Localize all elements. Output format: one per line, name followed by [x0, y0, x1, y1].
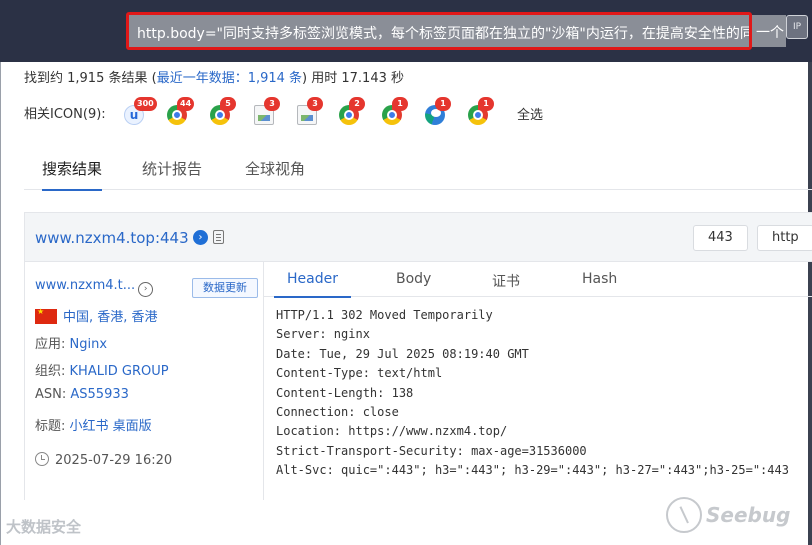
result-tabs: 搜索结果 统计报告 全球视角: [24, 156, 812, 191]
related-icon-chrome[interactable]: 44: [167, 97, 195, 125]
icon-count-badge: 44: [177, 97, 195, 111]
seebug-logo-icon: [666, 497, 702, 533]
related-icon-broken[interactable]: 3: [297, 97, 323, 125]
tab-header[interactable]: Header: [274, 271, 351, 298]
org-value[interactable]: KHALID GROUP: [70, 364, 169, 379]
stats-prefix: 找到约 1,915 条结果 (: [24, 71, 157, 86]
title-label: 标题:: [35, 419, 70, 434]
related-icon-chrome[interactable]: 5: [210, 97, 236, 125]
app-row: 应用: Nginx: [35, 333, 107, 352]
header-line: Date: Tue, 29 Jul 2025 08:19:40 GMT: [276, 346, 529, 361]
time-value: 2025-07-29 16:20: [55, 453, 173, 468]
stats-suffix: ) 用时 17.143 秒: [302, 71, 405, 86]
watermark-right-text: Seebug: [706, 503, 791, 527]
tab-certificate[interactable]: 证书: [492, 271, 520, 300]
icon-count-badge: 3: [264, 97, 280, 111]
asn-value[interactable]: AS55933: [70, 387, 129, 402]
select-all-link[interactable]: 全选: [517, 104, 543, 123]
stats-recent-link[interactable]: 最近一年数据：1,914 条: [157, 71, 302, 86]
related-icon-broken[interactable]: 3: [254, 97, 280, 125]
icon-count-badge: 300: [134, 97, 157, 111]
header-line: Content-Length: 138: [276, 385, 414, 400]
china-flag-icon: [35, 307, 57, 324]
data-update-button[interactable]: 数据更新: [192, 278, 258, 298]
clock-icon: [35, 452, 49, 466]
org-label: 组织:: [35, 364, 70, 379]
header-line: Server: nginx: [276, 327, 370, 342]
host-row: www.nzxm4.t... ›: [35, 278, 154, 297]
org-row: 组织: KHALID GROUP: [35, 360, 169, 379]
tab-search-results[interactable]: 搜索结果: [42, 158, 103, 191]
icon-count-badge: 1: [435, 97, 451, 111]
protocol-badge[interactable]: http: [757, 225, 812, 251]
location-row: 中国, 香港, 香港: [35, 306, 158, 325]
time-row: 2025-07-29 16:20: [35, 452, 172, 468]
port-badge[interactable]: 443: [693, 225, 748, 251]
watermark-left: 大数据安全: [6, 518, 82, 536]
http-header-content: HTTP/1.1 302 Moved Temporarily Server: ng…: [276, 306, 789, 481]
open-link-icon[interactable]: ›: [193, 230, 208, 245]
asn-row: ASN: AS55933: [35, 387, 129, 402]
icon-count-badge: 5: [220, 97, 236, 111]
related-icons-label: 相关ICON(9):: [24, 107, 106, 122]
search-query-overflow: 一个: [752, 15, 786, 47]
related-icon-edge[interactable]: 1: [425, 97, 451, 125]
header-line: Connection: close: [276, 405, 399, 420]
location-value[interactable]: 中国, 香港, 香港: [63, 310, 158, 325]
result-detail-panel: Header Body 证书 Hash HTTP/1.1 302 Moved T…: [264, 262, 812, 500]
header-line: Content-Type: text/html: [276, 366, 443, 381]
result-summary-panel: www.nzxm4.t...› 数据更新 中国, 香港, 香港 应用: Ngin…: [24, 262, 264, 500]
icon-count-badge: 1: [392, 97, 408, 111]
app-value[interactable]: Nginx: [70, 337, 108, 352]
chevron-right-icon[interactable]: ›: [138, 282, 154, 297]
left-frame-border: [0, 62, 1, 545]
icon-count-badge: 3: [307, 97, 323, 111]
header-line: Strict-Transport-Security: max-age=31536…: [276, 443, 587, 458]
tab-body[interactable]: Body: [396, 271, 431, 296]
header-line: Alt-Svc: quic=":443"; h3=":443"; h3-29="…: [276, 463, 789, 478]
ip-search-icon[interactable]: IP: [786, 15, 808, 39]
result-stats: 找到约 1,915 条结果 (最近一年数据：1,914 条) 用时 17.143…: [24, 67, 404, 86]
related-icon-chrome[interactable]: 1: [382, 97, 408, 125]
app-label: 应用:: [35, 337, 70, 352]
tab-global-view[interactable]: 全球视角: [245, 158, 305, 189]
copy-icon[interactable]: [213, 230, 224, 244]
title-value[interactable]: 小红书 桌面版: [70, 419, 152, 434]
title-row: 标题: 小红书 桌面版: [35, 415, 152, 434]
search-query-text: http.body="同时支持多标签浏览模式，每个标签页面都在独立的"沙箱"内运…: [137, 26, 752, 42]
icon-count-badge: 2: [349, 97, 365, 111]
header-line: HTTP/1.1 302 Moved Temporarily: [276, 308, 493, 322]
host-short-link[interactable]: www.nzxm4.t...: [35, 278, 135, 293]
related-icon-uc[interactable]: u 300: [124, 97, 157, 125]
watermark-right: Seebug: [666, 497, 806, 541]
result-host-link[interactable]: www.nzxm4.top:443: [35, 229, 189, 247]
related-icon-chrome[interactable]: 1: [468, 97, 494, 125]
detail-tabs: Header Body 证书 Hash: [264, 262, 812, 300]
icon-count-badge: 1: [478, 97, 494, 111]
search-query-field[interactable]: http.body="同时支持多标签浏览模式，每个标签页面都在独立的"沙箱"内运…: [126, 12, 752, 50]
related-icon-chrome[interactable]: 2: [339, 97, 365, 125]
asn-label: ASN:: [35, 387, 71, 402]
result-card-header: www.nzxm4.top:443 › 443 http: [24, 212, 812, 262]
tab-hash[interactable]: Hash: [582, 271, 617, 296]
header-line: Location: https://www.nzxm4.top/: [276, 424, 508, 439]
tab-statistics[interactable]: 统计报告: [142, 158, 202, 189]
